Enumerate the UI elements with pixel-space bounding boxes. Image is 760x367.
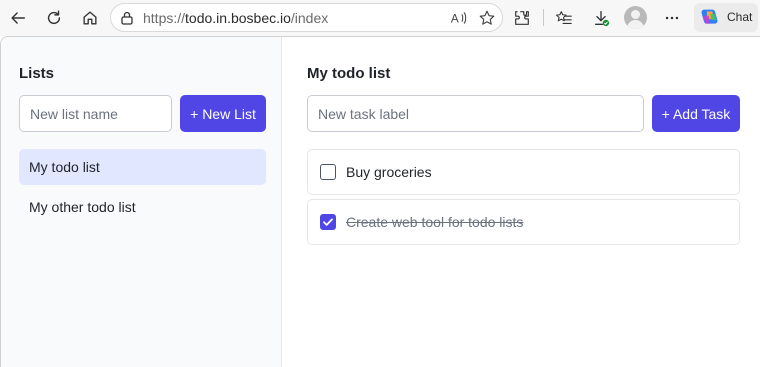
home-icon[interactable]: [76, 4, 104, 32]
task-label: Create web tool for todo lists: [346, 214, 524, 230]
refresh-icon[interactable]: [40, 4, 68, 32]
chat-label: Chat: [727, 10, 753, 24]
extensions-icon[interactable]: [508, 4, 536, 32]
browser-toolbar: https://todo.in.bosbec.io/index A Chat: [0, 0, 760, 36]
url-path: /index: [290, 10, 329, 26]
avatar-head: [631, 10, 640, 19]
list-item-label: My other todo list: [29, 199, 136, 215]
read-aloud-icon[interactable]: A: [450, 9, 468, 27]
downloads-icon[interactable]: [587, 4, 615, 32]
back-icon[interactable]: [4, 4, 32, 32]
url-host: todo.in.bosbec.io: [185, 10, 291, 26]
checkmark-icon: [323, 218, 333, 226]
favorites-icon[interactable]: [550, 4, 578, 32]
favorite-star-icon[interactable]: [478, 9, 496, 27]
svg-text:A: A: [451, 13, 459, 26]
url-text[interactable]: https://todo.in.bosbec.io/index: [143, 10, 328, 26]
sidebar-title: Lists: [19, 65, 55, 82]
lists-sidebar: Lists + New List My todo list My other t…: [1, 37, 282, 367]
profile-avatar[interactable]: [624, 6, 647, 29]
avatar-body: [627, 20, 644, 29]
lock-icon[interactable]: [119, 10, 135, 26]
new-task-label-input[interactable]: [307, 95, 644, 132]
address-bar[interactable]: https://todo.in.bosbec.io/index A: [110, 3, 503, 32]
new-list-name-input[interactable]: [19, 95, 172, 132]
new-list-button[interactable]: + New List: [180, 95, 266, 132]
app-window: Lists + New List My todo list My other t…: [0, 36, 760, 367]
add-task-button[interactable]: + Add Task: [652, 95, 740, 132]
more-options-icon[interactable]: [658, 4, 686, 32]
list-title: My todo list: [307, 65, 391, 82]
list-item-label: My todo list: [29, 159, 100, 175]
task-checkbox[interactable]: [320, 214, 336, 230]
task-row: Create web tool for todo lists: [307, 199, 740, 245]
list-item-my-other-todo-list[interactable]: My other todo list: [19, 189, 266, 225]
task-row: Buy groceries: [307, 149, 740, 195]
url-prefix: https://: [143, 10, 186, 26]
copilot-chat-button[interactable]: Chat: [694, 3, 758, 32]
task-checkbox[interactable]: [320, 164, 336, 180]
copilot-icon: [701, 9, 718, 24]
toolbar-divider: [543, 9, 544, 26]
task-label: Buy groceries: [346, 164, 432, 180]
list-item-my-todo-list[interactable]: My todo list: [19, 149, 266, 185]
